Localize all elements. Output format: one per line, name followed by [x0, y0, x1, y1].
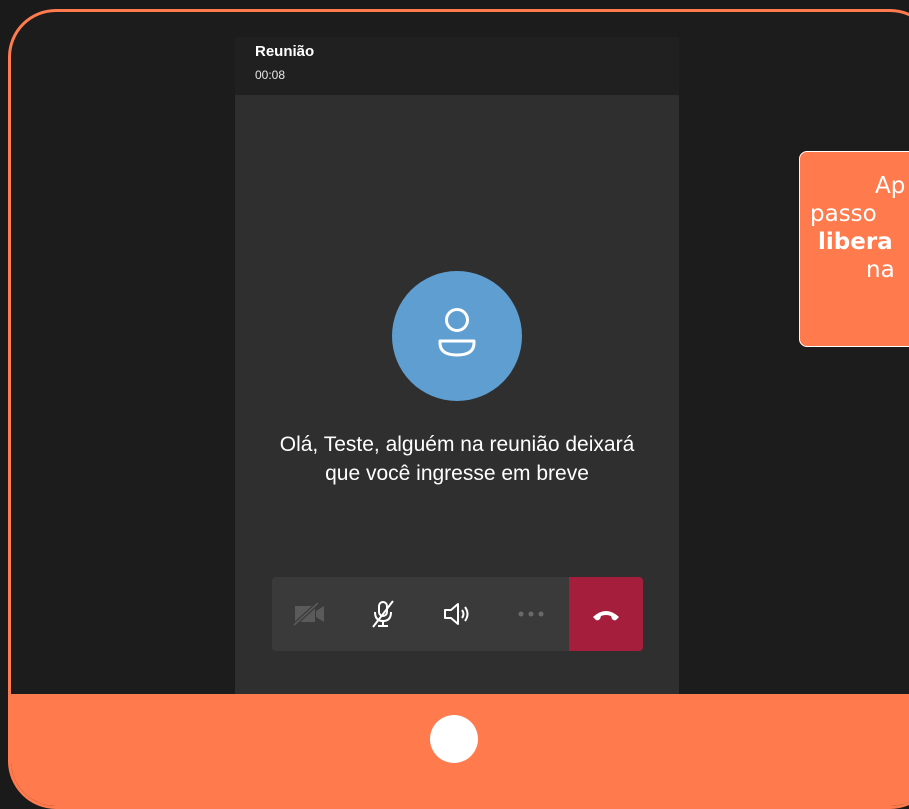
mic-off-icon — [372, 600, 394, 628]
avatar — [392, 271, 522, 401]
callout-line-1: Ap — [875, 173, 906, 199]
home-button[interactable] — [430, 715, 478, 763]
call-timer: 00:08 — [255, 68, 286, 82]
callout-line-2: passo — [810, 201, 877, 227]
callout-line-4: na — [866, 257, 895, 283]
call-title: Reunião — [255, 43, 315, 60]
phone-screen: Reunião 00:08 Olá, Teste, alguém na reun… — [235, 37, 679, 694]
call-controls — [272, 577, 643, 651]
mute-toggle-button[interactable] — [346, 577, 420, 651]
camera-toggle-button[interactable] — [272, 577, 346, 651]
callout-line-3: libera — [818, 229, 893, 255]
call-header: Reunião 00:08 — [235, 37, 679, 95]
more-options-button[interactable] — [494, 577, 568, 651]
more-options-icon — [518, 611, 544, 617]
speaker-icon — [444, 603, 469, 625]
speaker-button[interactable] — [420, 577, 494, 651]
person-icon — [438, 308, 476, 357]
video-off-icon — [292, 601, 324, 627]
phone-hangup-icon — [593, 611, 619, 621]
hang-up-button[interactable] — [569, 577, 643, 651]
waiting-lobby-message: Olá, Teste, alguém na reunião deixará qu… — [279, 433, 635, 485]
instruction-callout: Ap passo libera na — [799, 151, 909, 347]
